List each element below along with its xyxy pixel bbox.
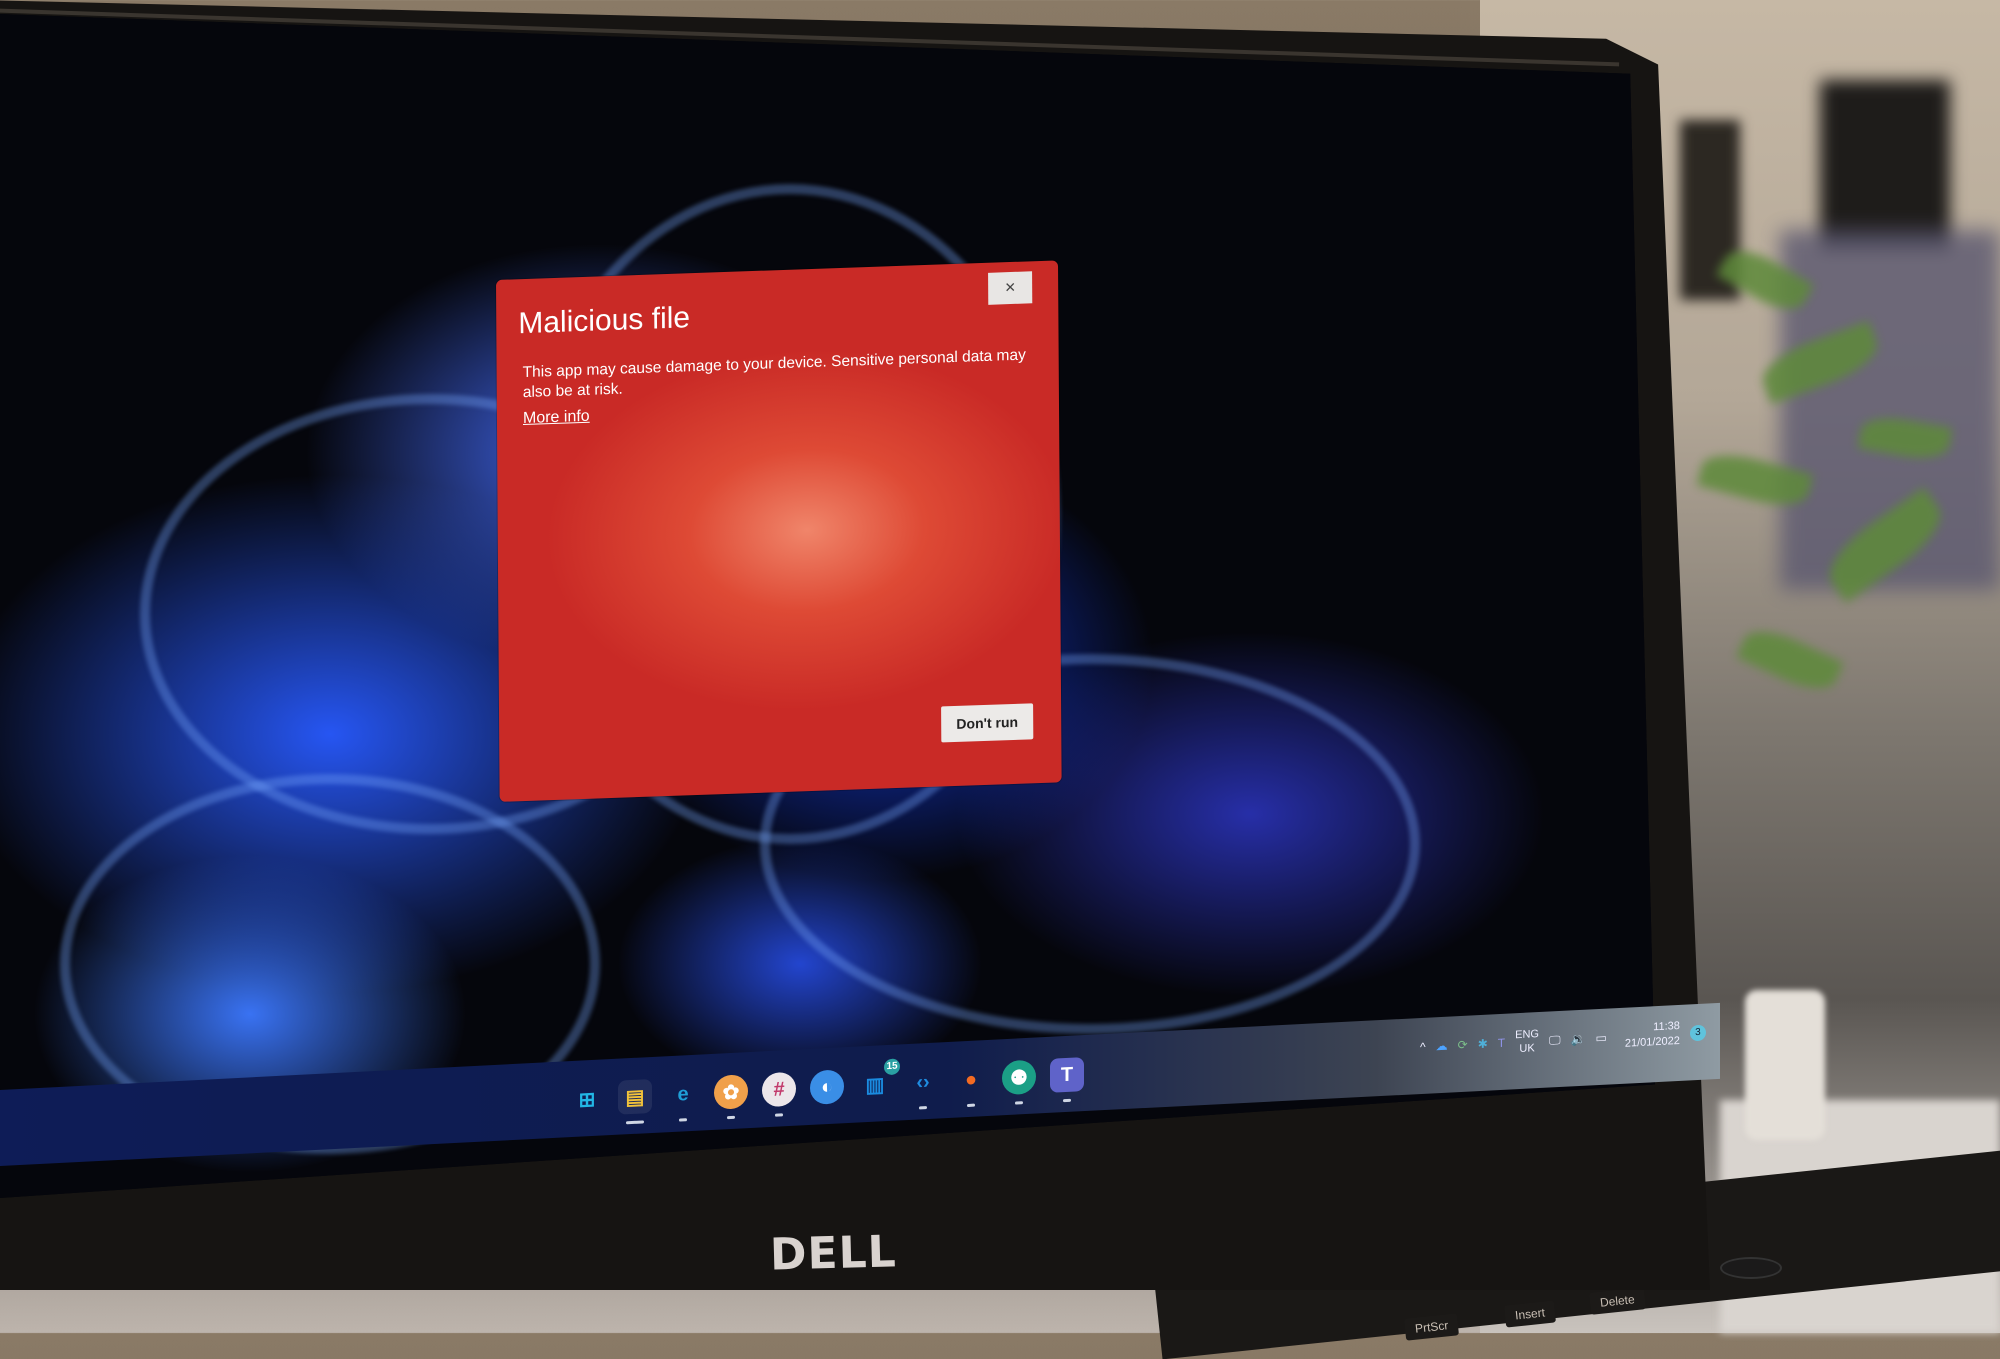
dialog-message: This app may cause damage to your device… <box>522 346 1026 402</box>
language-code: ENG <box>1515 1028 1539 1042</box>
running-indicator <box>967 1103 975 1108</box>
key-prtscr[interactable]: PrtScr <box>1403 1313 1460 1341</box>
vscode-glyph: ‹› <box>916 1070 930 1094</box>
start-glyph: ⊞ <box>578 1088 596 1112</box>
language-region: UK <box>1519 1042 1535 1056</box>
running-indicator <box>1063 1098 1071 1103</box>
notification-badge[interactable]: 3 <box>1689 1024 1706 1042</box>
orange-app-icon[interactable]: ✿ <box>714 1074 748 1120</box>
more-info-link[interactable]: More info <box>523 408 590 428</box>
running-indicator <box>727 1115 735 1120</box>
dont-run-button[interactable]: Don't run <box>941 703 1034 743</box>
planner-glyph: ▥ <box>865 1073 885 1097</box>
teams-tray-icon[interactable]: T <box>1498 1036 1505 1050</box>
running-indicator <box>919 1106 927 1110</box>
running-indicator <box>775 1113 783 1117</box>
clock-time: 11:38 <box>1653 1019 1680 1034</box>
chevron-up-icon[interactable]: ^ <box>1420 1040 1426 1054</box>
clock[interactable]: 11:38 21/01/2022 <box>1625 1019 1680 1052</box>
battery-icon[interactable]: ▭ <box>1595 1031 1606 1046</box>
running-indicator <box>679 1118 687 1122</box>
planner-icon[interactable]: ▥ 15 <box>858 1058 900 1103</box>
system-tray: ^ ☁ ⟳ ✱ T ENG UK 🖵 🔉 ▭ 11:38 21/01/2022 … <box>1420 1018 1706 1062</box>
onedrive-icon[interactable]: ☁ <box>1436 1039 1448 1054</box>
firefox-icon[interactable]: ● <box>954 1062 988 1108</box>
taskbar-apps: ⊞ ▤ e ✿ # ◐ ▥ 15 ‹› ● ⚉ T <box>570 1057 1084 1125</box>
volume-icon[interactable]: 🔉 <box>1571 1032 1586 1047</box>
close-button[interactable]: × <box>988 271 1033 305</box>
language-indicator[interactable]: ENG UK <box>1515 1027 1539 1056</box>
background-object <box>1820 80 1950 250</box>
vscode-icon[interactable]: ‹› <box>906 1064 940 1110</box>
blue-circle-app-glyph: ◐ <box>820 1075 834 1098</box>
dell-logo: DELL <box>769 1226 898 1281</box>
edge-glyph: e <box>677 1082 689 1106</box>
gitkraken-icon[interactable]: ⚉ <box>1002 1059 1036 1105</box>
network-icon[interactable]: 🖵 <box>1549 1032 1561 1048</box>
gitkraken-glyph: ⚉ <box>1010 1066 1028 1090</box>
malicious-file-dialog: Malicious file × This app may cause dama… <box>496 260 1062 802</box>
clock-date: 21/01/2022 <box>1624 1034 1680 1050</box>
slack-icon[interactable]: # <box>762 1071 796 1117</box>
start-icon[interactable]: ⊞ <box>570 1081 604 1117</box>
sync-icon[interactable]: ⟳ <box>1458 1038 1468 1053</box>
slack-glyph: # <box>773 1077 785 1101</box>
power-button[interactable] <box>1720 1257 1782 1279</box>
firefox-glyph: ● <box>964 1068 978 1091</box>
running-indicator <box>1015 1101 1023 1105</box>
teams-glyph: T <box>1060 1063 1074 1086</box>
blue-circle-app-icon[interactable]: ◐ <box>810 1069 844 1105</box>
running-indicator <box>626 1120 644 1125</box>
plant-pot <box>1745 990 1825 1140</box>
slack-tray-icon[interactable]: ✱ <box>1478 1037 1488 1052</box>
orange-app-glyph: ✿ <box>722 1081 740 1104</box>
file-explorer-glyph: ▤ <box>625 1085 645 1109</box>
teams-icon[interactable]: T <box>1050 1057 1084 1103</box>
file-explorer-icon[interactable]: ▤ <box>618 1078 652 1125</box>
edge-icon[interactable]: e <box>666 1077 700 1122</box>
dialog-title: Malicious file <box>518 301 691 341</box>
close-icon: × <box>1004 276 1016 298</box>
planner-badge: 15 <box>884 1058 900 1076</box>
